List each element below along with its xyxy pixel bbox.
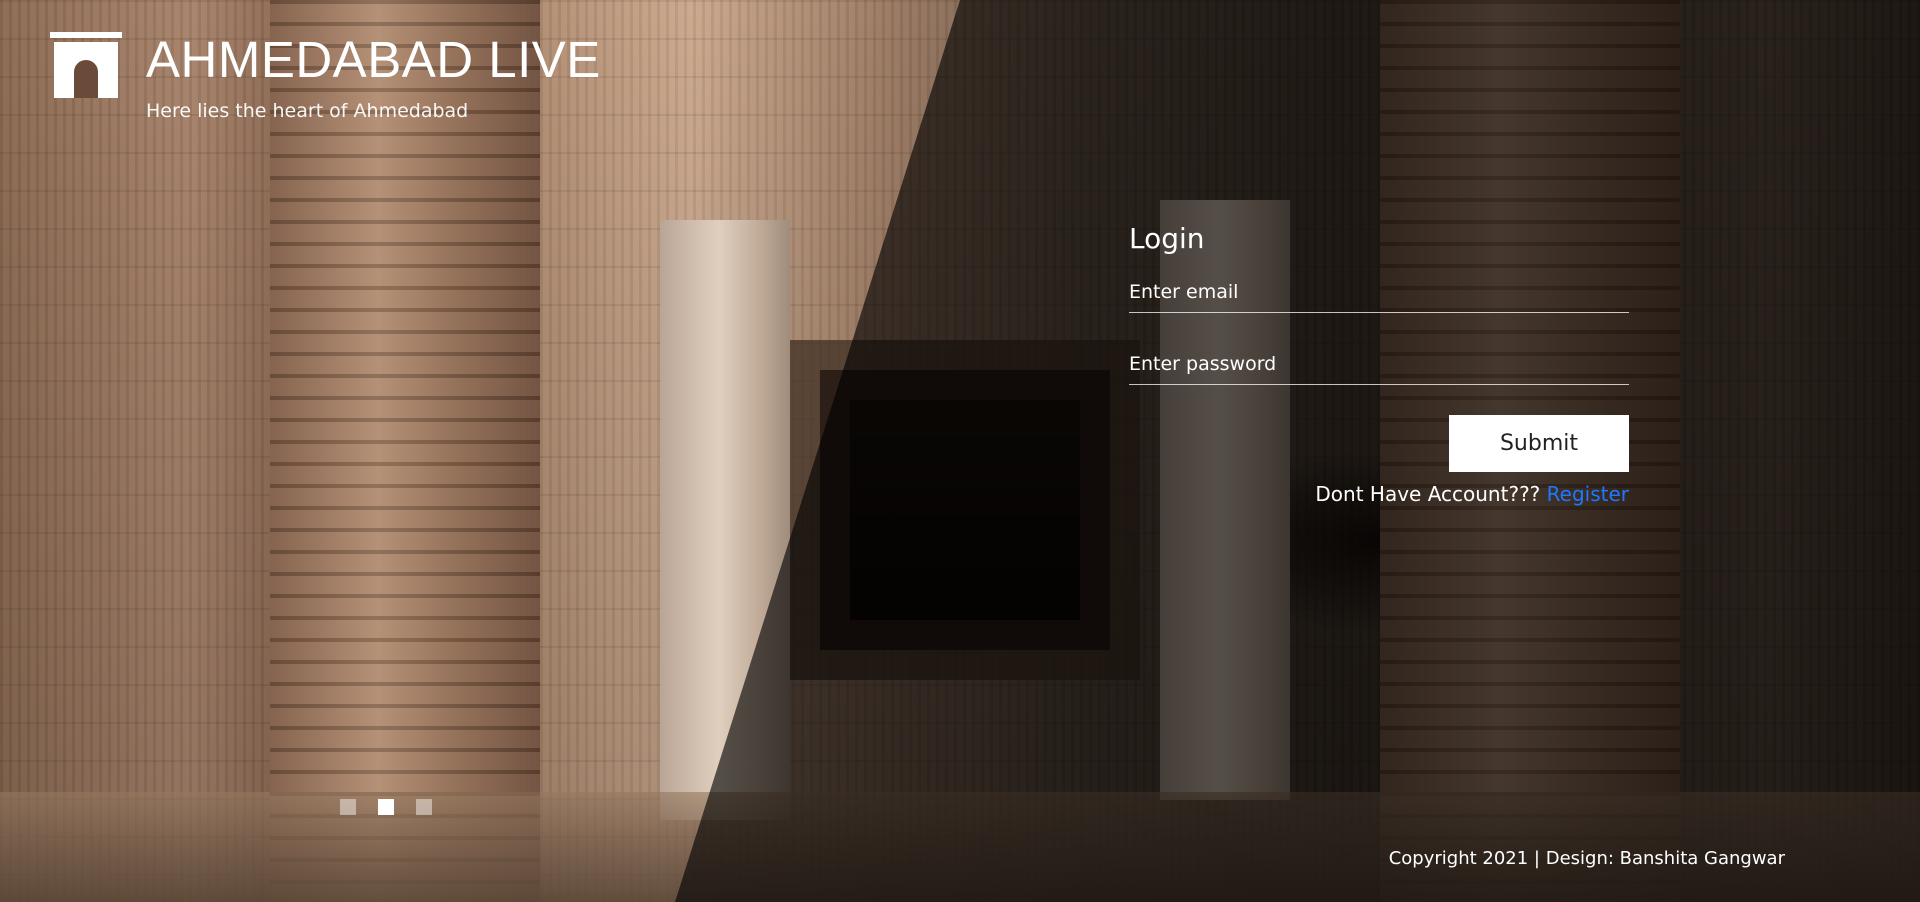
- page: AHMEDABAD LIVE Here lies the heart of Ah…: [0, 0, 1920, 902]
- stepwell-arch-icon[interactable]: [50, 32, 122, 98]
- register-line: Dont Have Account??? Register: [1129, 482, 1629, 506]
- register-prompt: Dont Have Account???: [1315, 482, 1547, 506]
- brand-text: AHMEDABAD LIVE Here lies the heart of Ah…: [146, 32, 601, 123]
- password-field[interactable]: [1129, 349, 1629, 385]
- form-actions: Submit: [1129, 415, 1629, 472]
- footer-copyright: Copyright 2021 | Design: Banshita Gangwa…: [1388, 848, 1785, 869]
- site-tagline: Here lies the heart of Ahmedabad: [146, 100, 469, 122]
- login-form: Login Submit Dont Have Account??? Regist…: [1129, 222, 1629, 506]
- brand-header: AHMEDABAD LIVE Here lies the heart of Ah…: [50, 32, 601, 122]
- carousel-dot-3[interactable]: [416, 799, 432, 815]
- carousel-dot-1[interactable]: [340, 799, 356, 815]
- register-link[interactable]: Register: [1547, 482, 1629, 506]
- site-title[interactable]: AHMEDABAD LIVE: [146, 32, 601, 88]
- carousel-indicators: [340, 799, 432, 815]
- submit-button[interactable]: Submit: [1449, 415, 1629, 472]
- email-field[interactable]: [1129, 277, 1629, 313]
- carousel-dot-2[interactable]: [378, 799, 394, 815]
- login-title: Login: [1129, 222, 1205, 255]
- carved-pillar: [270, 0, 540, 902]
